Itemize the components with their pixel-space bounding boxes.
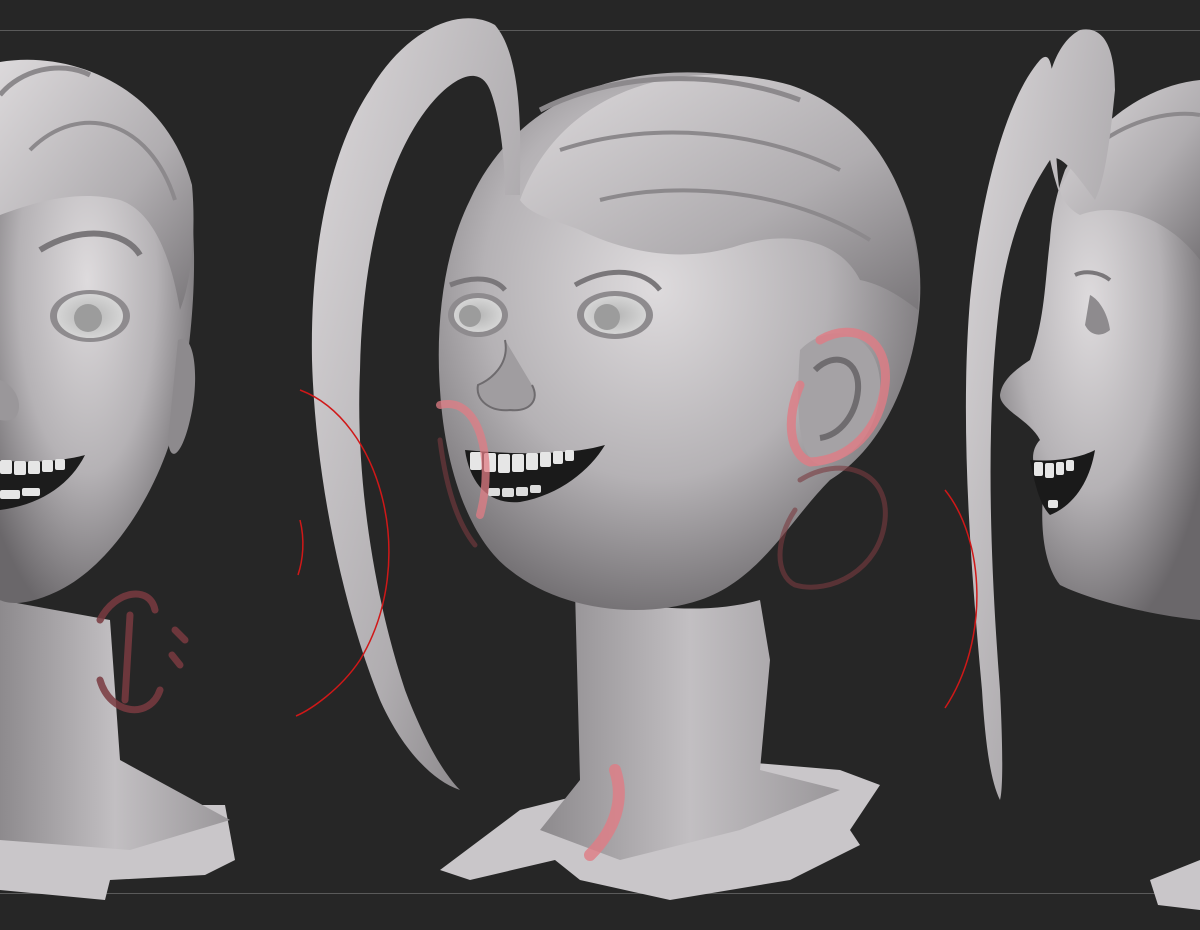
right-bust-base	[1150, 860, 1200, 910]
side-profile-view	[944, 29, 1200, 910]
sculpt-render	[0, 18, 1200, 910]
front-left-view	[0, 59, 235, 900]
left-eye-iris	[74, 304, 102, 332]
sculpt-viewport	[0, 0, 1200, 930]
annotation-red-tick	[297, 519, 304, 576]
center-eye-right-iris	[594, 304, 620, 330]
three-quarter-view	[295, 18, 921, 900]
center-eye-left-iris	[459, 305, 481, 327]
left-neck	[0, 600, 230, 850]
